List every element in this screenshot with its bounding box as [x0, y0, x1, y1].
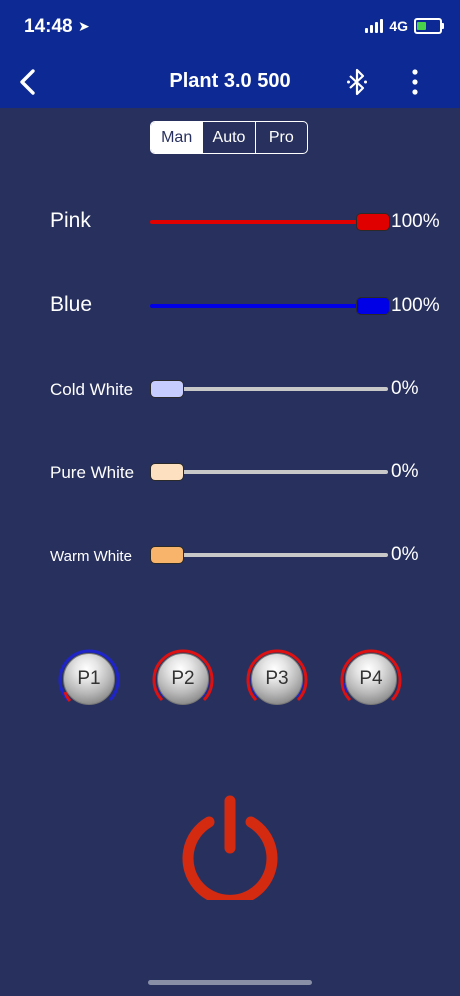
channel-value: 0% — [391, 461, 419, 482]
preset-label: P3 — [251, 653, 303, 705]
mode-segmented-control: Man Auto Pro — [150, 121, 308, 154]
slider-track[interactable] — [150, 304, 390, 308]
home-indicator — [148, 980, 312, 985]
location-arrow-icon: ➤ — [78, 18, 90, 34]
preset-label: P4 — [345, 653, 397, 705]
channel-label: Pure White — [50, 463, 135, 482]
channel-value: 0% — [391, 378, 419, 399]
slider-track[interactable] — [150, 387, 388, 391]
slider-thumb[interactable] — [150, 380, 184, 398]
status-right: 4G — [365, 18, 444, 34]
preset-button-p3[interactable]: P3 — [244, 646, 310, 712]
preset-label: P1 — [63, 653, 115, 705]
channel-value: 100% — [391, 211, 440, 232]
more-options-button[interactable] — [402, 64, 428, 100]
nav-bar: Plant 3.0 500 — [0, 56, 460, 108]
tab-man[interactable]: Man — [151, 122, 203, 153]
network-type: 4G — [389, 18, 408, 34]
preset-button-p2[interactable]: P2 — [150, 646, 216, 712]
channel-label: Blue — [50, 293, 93, 316]
slider-thumb[interactable] — [150, 463, 184, 481]
slider-track[interactable] — [150, 220, 390, 224]
channel-label: Cold White — [50, 380, 134, 399]
battery-icon — [414, 18, 444, 34]
status-bar: 14:48 ➤ 4G — [0, 0, 460, 56]
status-time: 14:48 — [24, 16, 73, 37]
power-icon — [182, 795, 278, 906]
more-vertical-icon — [412, 69, 418, 95]
power-button[interactable] — [176, 792, 284, 906]
slider-thumb[interactable] — [150, 546, 184, 564]
channel-label: Pink — [50, 209, 91, 232]
preset-button-p4[interactable]: P4 — [338, 646, 404, 712]
slider-thumb[interactable] — [356, 213, 390, 231]
bluetooth-button[interactable] — [340, 64, 374, 100]
tab-pro[interactable]: Pro — [254, 122, 307, 153]
signal-icon — [365, 19, 384, 33]
slider-track[interactable] — [150, 470, 388, 474]
preset-button-p1[interactable]: P1 — [56, 646, 122, 712]
channel-value: 0% — [391, 544, 419, 565]
tab-auto[interactable]: Auto — [202, 122, 254, 153]
preset-label: P2 — [157, 653, 209, 705]
channel-label: Warm White — [50, 548, 132, 565]
page-title: Plant 3.0 500 — [169, 70, 291, 92]
slider-track[interactable] — [150, 553, 388, 557]
bluetooth-icon — [347, 68, 367, 96]
slider-thumb[interactable] — [356, 297, 390, 315]
channel-value: 100% — [391, 295, 440, 316]
